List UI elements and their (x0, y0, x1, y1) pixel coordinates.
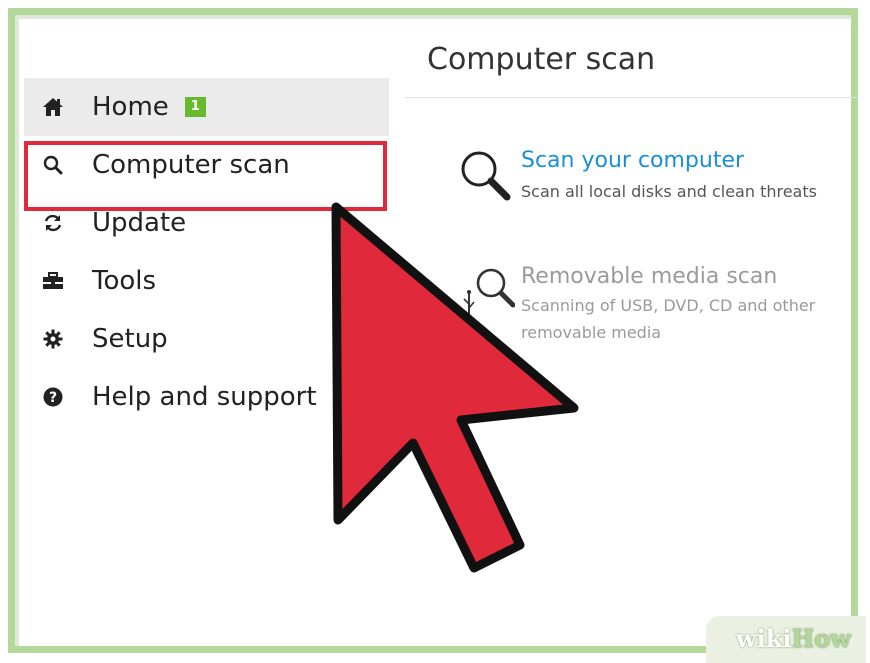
description-line: removable media (521, 323, 662, 342)
sidebar: Home 1 Computer scan Update Tools Setup … (24, 78, 389, 426)
highlight-box (24, 141, 387, 211)
home-icon (34, 97, 72, 117)
sidebar-item-setup[interactable]: Setup (24, 310, 389, 368)
help-icon: ? (34, 387, 72, 407)
sidebar-item-label: Home (92, 92, 169, 122)
sidebar-item-label: Setup (92, 324, 168, 354)
magnifier-icon (455, 148, 515, 208)
sidebar-item-home[interactable]: Home 1 (24, 78, 389, 136)
notification-badge: 1 (184, 97, 206, 117)
gear-icon (34, 329, 72, 349)
usb-magnifier-icon (455, 264, 516, 324)
sidebar-item-help-and-support[interactable]: ? Help and support (24, 368, 389, 426)
svg-text:?: ? (49, 390, 57, 406)
option-description: Scan all local disks and clean threats (521, 182, 817, 201)
description-line: Scanning of USB, DVD, CD and other (521, 296, 816, 315)
title-divider (405, 97, 857, 98)
wikihow-watermark: wikiHow (706, 616, 866, 663)
refresh-icon (34, 213, 72, 233)
sidebar-item-label: Update (92, 208, 187, 238)
removable-media-scan-title: Removable media scan (521, 264, 778, 289)
sidebar-item-tools[interactable]: Tools (24, 252, 389, 310)
toolbox-icon (34, 271, 72, 291)
scan-your-computer-link[interactable]: Scan your computer (521, 148, 744, 173)
watermark-text: wikiHow (736, 624, 851, 653)
sidebar-item-label: Tools (92, 266, 157, 296)
sidebar-item-label: Help and support (92, 382, 317, 412)
page-title: Computer scan (427, 42, 656, 77)
option-description: Scanning of USB, DVD, CD and other remov… (521, 292, 815, 346)
